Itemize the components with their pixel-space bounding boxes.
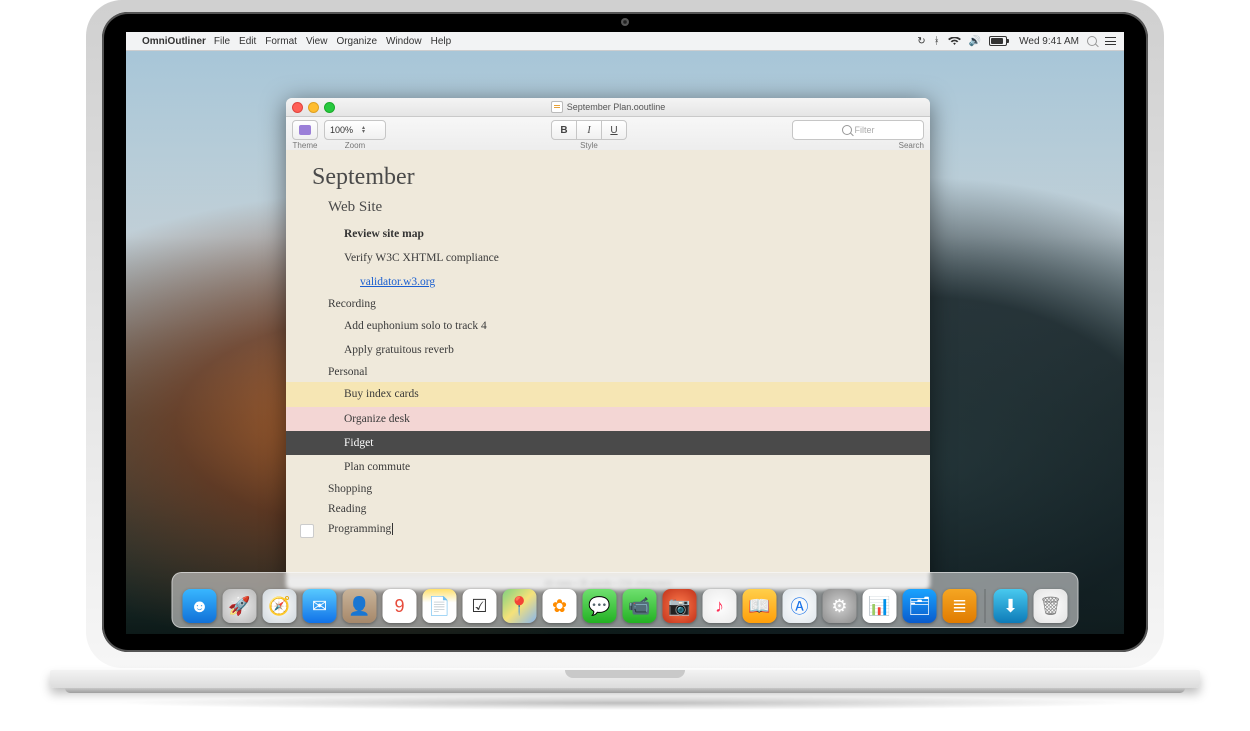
outline-heading[interactable]: Programming — [286, 519, 930, 539]
window-titlebar[interactable]: September Plan.ooutline — [286, 98, 930, 117]
underline-button[interactable]: U — [602, 121, 626, 139]
theme-label: Theme — [293, 141, 318, 150]
dock-app-photos[interactable]: ✿ — [543, 589, 577, 623]
text-cursor — [392, 523, 393, 535]
menu-window[interactable]: Window — [386, 36, 422, 47]
omnioutliner-window: September Plan.ooutline Theme 100% ▴▾ Zo… — [286, 98, 930, 590]
menu-view[interactable]: View — [306, 36, 328, 47]
outline-row[interactable]: Review site map — [286, 222, 930, 246]
theme-button[interactable] — [292, 120, 318, 140]
macbook-frame: OmniOutliner File Edit Format View Organize W… — [50, 0, 1200, 710]
outline-row[interactable]: validator.w3.org — [286, 270, 930, 294]
dock-app-notes[interactable]: 📄 — [423, 589, 457, 623]
zoom-traffic-light[interactable] — [324, 102, 335, 113]
style-segmented: B I U — [551, 120, 627, 140]
italic-button[interactable]: I — [577, 121, 602, 139]
outline-row[interactable]: Organize desk — [286, 407, 930, 431]
outline-row[interactable]: Add euphonium solo to track 4 — [286, 314, 930, 338]
menubar-clock[interactable]: Wed 9:41 AM — [1019, 36, 1079, 47]
dock-app-mail[interactable]: ✉ — [303, 589, 337, 623]
minimize-traffic-light[interactable] — [308, 102, 319, 113]
dock-app-preferences[interactable]: ⚙ — [823, 589, 857, 623]
outline-row[interactable]: Plan commute — [286, 455, 930, 479]
status-wifi-icon[interactable] — [948, 37, 961, 46]
dock-app-reminders[interactable]: ☑ — [463, 589, 497, 623]
status-volume-icon[interactable]: 🔊 — [969, 36, 981, 47]
status-battery-icon[interactable] — [989, 36, 1011, 46]
dock-app-itunes[interactable]: ♪ — [703, 589, 737, 623]
search-icon — [842, 125, 852, 135]
menu-help[interactable]: Help — [431, 36, 452, 47]
status-timemachine-icon[interactable]: ↻ — [917, 36, 925, 47]
app-menu[interactable]: OmniOutliner — [142, 36, 206, 47]
status-bluetooth-icon[interactable]: ᚼ — [934, 36, 940, 47]
outline-heading[interactable]: Web Site — [328, 199, 930, 216]
menu-file[interactable]: File — [214, 36, 230, 47]
dock-app-safari[interactable]: 🧭 — [263, 589, 297, 623]
outline-heading[interactable]: Recording — [286, 294, 930, 314]
macos-menubar: OmniOutliner File Edit Format View Organize W… — [126, 32, 1124, 51]
outline-row[interactable]: Buy index cards — [286, 382, 930, 406]
dock-app-downloads[interactable]: ⬇ — [994, 589, 1028, 623]
dock-separator — [985, 589, 986, 623]
dock-app-ibooks[interactable]: 📖 — [743, 589, 777, 623]
menu-edit[interactable]: Edit — [239, 36, 256, 47]
dock-app-trash[interactable]: 🗑 — [1034, 589, 1068, 623]
outline-heading[interactable]: Reading — [286, 499, 930, 519]
dock-app-calendar[interactable]: 9 — [383, 589, 417, 623]
macbook-shadow — [110, 696, 1140, 710]
outline-heading[interactable]: Personal — [286, 362, 930, 382]
menu-organize[interactable]: Organize — [336, 36, 377, 47]
row-handle[interactable] — [300, 524, 314, 538]
dock-app-messages[interactable]: 💬 — [583, 589, 617, 623]
dock-app-photobooth[interactable]: 📷 — [663, 589, 697, 623]
document-proxy-icon[interactable] — [551, 101, 563, 113]
dock-app-facetime[interactable]: 📹 — [623, 589, 657, 623]
zoom-stepper[interactable]: 100% ▴▾ — [324, 120, 386, 140]
spotlight-icon[interactable] — [1087, 36, 1097, 46]
bold-button[interactable]: B — [552, 121, 577, 139]
dock-app-maps[interactable]: 📍 — [503, 589, 537, 623]
dock-app-finder[interactable]: ☻ — [183, 589, 217, 623]
stepper-arrows-icon: ▴▾ — [362, 126, 365, 134]
search-placeholder: Filter — [855, 125, 875, 135]
zoom-value: 100% — [330, 125, 353, 135]
dock-app-launchpad[interactable]: 🚀 — [223, 589, 257, 623]
style-label: Style — [580, 141, 598, 150]
outline-body[interactable]: September Web Site Review site mapVerify … — [286, 150, 930, 576]
desktop-screen: OmniOutliner File Edit Format View Organize W… — [126, 32, 1124, 634]
zoom-label: Zoom — [345, 141, 365, 150]
dock-app-keynote[interactable]: 🗂 — [903, 589, 937, 623]
dock-app-appstore[interactable]: Ⓐ — [783, 589, 817, 623]
notification-center-icon[interactable] — [1105, 37, 1116, 45]
camera-icon — [622, 19, 628, 25]
window-title: September Plan.ooutline — [567, 102, 666, 112]
dock-app-numbers[interactable]: 📊 — [863, 589, 897, 623]
menu-format[interactable]: Format — [265, 36, 297, 47]
search-label: Search — [899, 141, 924, 150]
document-title[interactable]: September — [312, 164, 930, 191]
search-input[interactable]: Filter — [792, 120, 924, 140]
outline-row[interactable]: Verify W3C XHTML compliance — [286, 246, 930, 270]
outline-heading[interactable]: Shopping — [286, 479, 930, 499]
dock: ☻🚀🧭✉👤9📄☑📍✿💬📹📷♪📖Ⓐ⚙📊🗂≣ ⬇🗑 — [172, 572, 1079, 628]
close-traffic-light[interactable] — [292, 102, 303, 113]
dock-app-omnioutliner[interactable]: ≣ — [943, 589, 977, 623]
outline-link[interactable]: validator.w3.org — [360, 276, 435, 288]
dock-app-contacts[interactable]: 👤 — [343, 589, 377, 623]
outline-row[interactable]: Fidget — [286, 431, 930, 455]
outline-row[interactable]: Apply gratuitous reverb — [286, 338, 930, 362]
